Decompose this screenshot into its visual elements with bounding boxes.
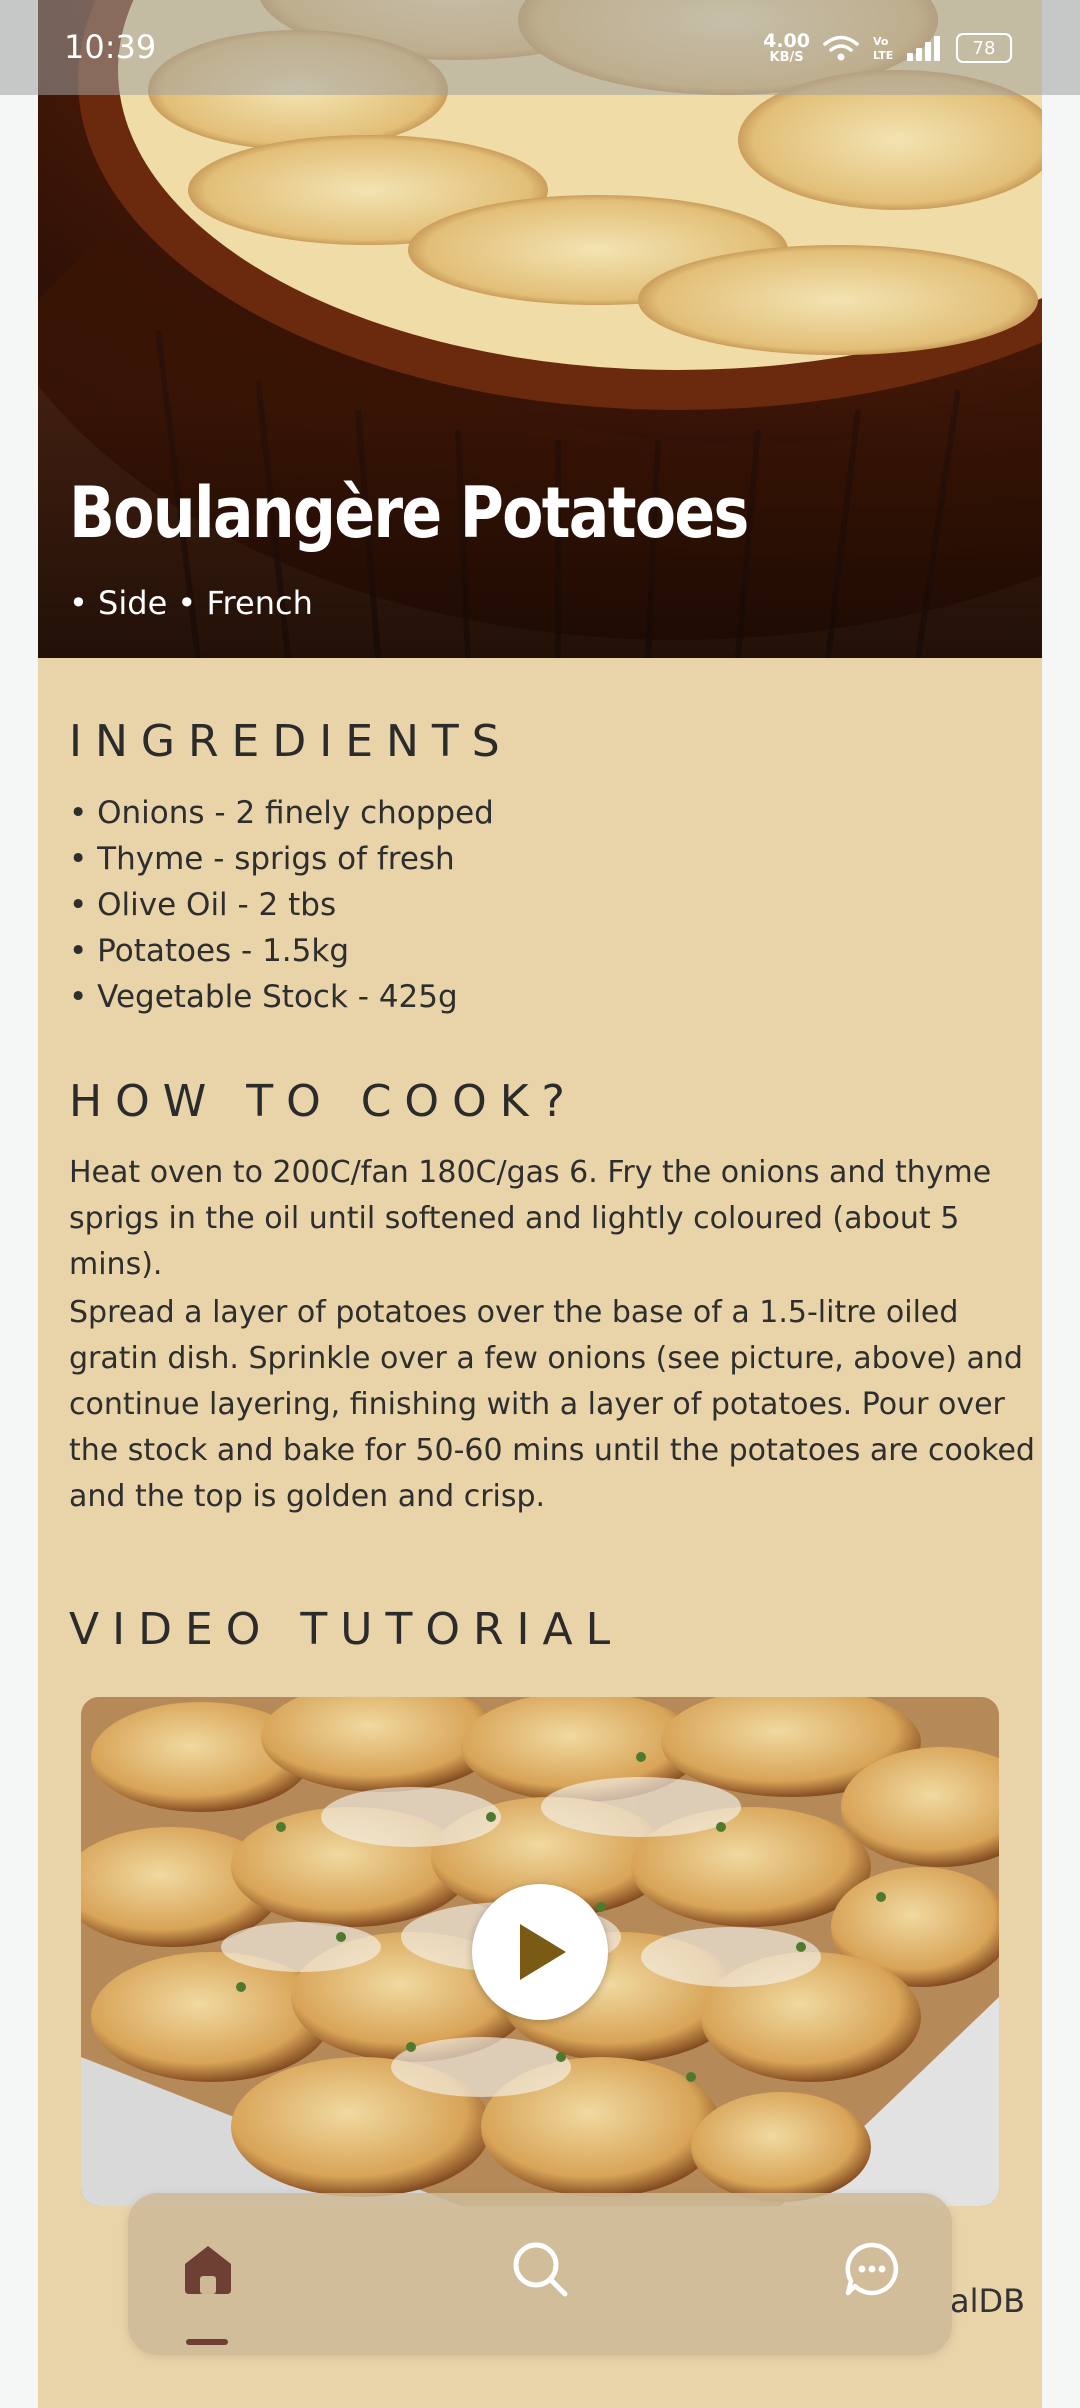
- home-icon: [185, 2246, 231, 2294]
- status-time: 10:39: [64, 28, 157, 66]
- svg-text:LTE: LTE: [873, 49, 893, 62]
- battery-icon: 78: [956, 33, 1012, 63]
- network-speed-unit: KB/S: [769, 50, 804, 65]
- wifi-icon: [823, 35, 859, 61]
- nav-chat[interactable]: [840, 2237, 904, 2301]
- volte-icon: Vo LTE: [873, 35, 893, 62]
- svg-text:Vo: Vo: [873, 35, 889, 48]
- ingredients-heading: INGREDIENTS: [69, 716, 513, 767]
- ingredient-item: • Thyme - sprigs of fresh: [69, 841, 455, 877]
- play-icon: [520, 1924, 566, 1980]
- battery-level: 78: [972, 37, 996, 59]
- network-speed: 4.00 KB/S: [763, 30, 810, 65]
- nav-home[interactable]: [176, 2237, 240, 2301]
- source-credit: alDB: [950, 2282, 1026, 2320]
- ingredients-list: • Onions - 2 finely chopped • Thyme - sp…: [69, 790, 494, 1020]
- instructions-heading: HOW TO COOK?: [69, 1076, 578, 1127]
- status-icons: 4.00 KB/S Vo LTE 78: [763, 26, 1012, 70]
- nav-search[interactable]: [508, 2237, 572, 2301]
- recipe-hero: Boulangère Potatoes • Side • French: [38, 0, 1042, 658]
- nav-active-indicator: [186, 2339, 228, 2345]
- network-speed-value: 4.00: [763, 30, 810, 52]
- recipe-page: Boulangère Potatoes • Side • French INGR…: [38, 0, 1042, 2408]
- chat-icon: [845, 2242, 899, 2296]
- search-icon: [513, 2242, 568, 2297]
- instruction-paragraph: Heat oven to 200C/fan 180C/gas 6. Fry th…: [69, 1155, 992, 1282]
- instructions-text: Heat oven to 200C/fan 180C/gas 6. Fry th…: [69, 1150, 1042, 1522]
- signal-icon: [907, 36, 940, 61]
- play-button[interactable]: [472, 1884, 608, 2020]
- instruction-paragraph: Spread a layer of potatoes over the base…: [69, 1295, 1035, 1514]
- ingredient-item: • Onions - 2 finely chopped: [69, 795, 494, 831]
- status-bar: 10:39 4.00 KB/S Vo LTE 78: [0, 0, 1080, 95]
- ingredient-item: • Olive Oil - 2 tbs: [69, 887, 337, 923]
- ingredient-item: • Potatoes - 1.5kg: [69, 933, 350, 969]
- recipe-tags: • Side • French: [69, 584, 313, 622]
- video-heading: VIDEO TUTORIAL: [69, 1604, 624, 1655]
- recipe-title: Boulangère Potatoes: [69, 472, 749, 554]
- ingredient-item: • Vegetable Stock - 425g: [69, 979, 458, 1015]
- bottom-navigation: [128, 2193, 952, 2355]
